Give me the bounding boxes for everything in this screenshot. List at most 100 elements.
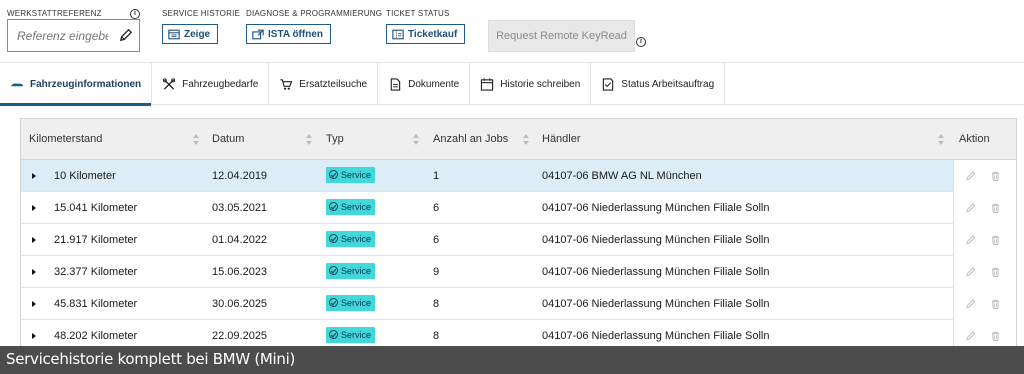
tab-fahrzeugbedarfe[interactable]: Fahrzeugbedarfe <box>152 63 270 105</box>
badge-label: Service <box>341 298 372 308</box>
ista-open-button[interactable]: ISTA öffnen <box>246 24 331 44</box>
delete-icon[interactable] <box>990 266 1001 278</box>
external-link-icon <box>252 29 264 39</box>
ticket-status-group: TICKET STATUS <box>386 9 450 18</box>
cell-kilometerstand: 21.917 Kilometer <box>54 234 138 246</box>
edit-icon[interactable] <box>965 330 976 342</box>
checklist-icon <box>603 77 614 91</box>
badge-label: Service <box>341 330 372 340</box>
cell-datum: 30.06.2025 <box>212 298 268 310</box>
action-cell <box>953 256 1016 288</box>
cell-anzahl-jobs: 6 <box>433 202 440 214</box>
cell-anzahl-jobs: 9 <box>433 266 440 278</box>
cell-datum: 01.04.2022 <box>212 234 268 246</box>
tab-ersatzteilsuche[interactable]: Ersatzteilsuche <box>269 63 379 105</box>
tab-status-arbeitsauftrag[interactable]: Status Arbeitsauftrag <box>591 63 726 105</box>
reference-input-box <box>7 19 140 52</box>
tab-label: Fahrzeuginformationen <box>30 78 142 90</box>
table-row[interactable]: 45.831 Kilometer 30.06.2025 Service 8 04107-… <box>21 288 1016 320</box>
table-row[interactable]: 15.041 Kilometer 03.05.2021 Service 6 04107-… <box>21 192 1016 224</box>
delete-icon[interactable] <box>990 298 1001 310</box>
table-row[interactable]: 32.377 Kilometer 15.06.2023 Service 9 04107-… <box>21 256 1016 288</box>
column-header-kilometerstand[interactable]: Kilometerstand <box>29 119 102 160</box>
cell-anzahl-jobs: 6 <box>433 234 440 246</box>
sort-icon[interactable] <box>413 134 419 145</box>
column-header-anzahl-jobs[interactable]: Anzahl an Jobs <box>433 119 508 160</box>
werkstattreferenz-label: WERKSTATTREFERENZ <box>7 9 102 18</box>
expand-caret-icon[interactable] <box>32 173 36 179</box>
tab-label: Status Arbeitsauftrag <box>621 78 715 90</box>
cell-haendler: 04107-06 Niederlassung München Filiale S… <box>542 234 770 246</box>
cell-anzahl-jobs: 1 <box>433 170 440 182</box>
edit-icon[interactable] <box>965 266 976 278</box>
zeige-button[interactable]: Zeige <box>162 24 219 44</box>
badge-label: Service <box>341 170 372 180</box>
status-badge: Service <box>326 231 376 247</box>
status-badge: Service <box>326 167 376 183</box>
cell-haendler: 04107-06 BMW AG NL München <box>542 170 702 182</box>
action-cell <box>953 224 1016 256</box>
table-row[interactable]: 10 Kilometer 12.04.2019 Service 1 04107-06 B… <box>21 160 1016 192</box>
history-icon <box>168 29 180 39</box>
action-cell <box>953 288 1016 320</box>
table-row[interactable]: 21.917 Kilometer 01.04.2022 Service 6 04107-… <box>21 224 1016 256</box>
ista-open-label: ISTA öffnen <box>268 28 323 40</box>
calendar-icon <box>481 77 494 91</box>
tab-bar: Fahrzeuginformationen Fahrzeugbedarfe Er… <box>0 62 1024 106</box>
tab-dokumente[interactable]: Dokumente <box>378 63 471 105</box>
edit-icon[interactable] <box>965 170 976 182</box>
expand-caret-icon[interactable] <box>32 237 36 243</box>
badge-label: Service <box>341 266 372 276</box>
info-icon[interactable]: i <box>636 37 646 47</box>
column-header-datum[interactable]: Datum <box>212 119 244 160</box>
delete-icon[interactable] <box>990 330 1001 342</box>
column-header-typ[interactable]: Typ <box>326 119 344 160</box>
ticket-status-label: TICKET STATUS <box>386 9 450 18</box>
tab-label: Ersatzteilsuche <box>299 78 368 90</box>
request-remote-keyread-button[interactable]: Request Remote KeyRead <box>488 20 635 52</box>
delete-icon[interactable] <box>990 170 1001 182</box>
cell-datum: 15.06.2023 <box>212 266 268 278</box>
sort-icon[interactable] <box>193 134 199 145</box>
service-historie-group: SERVICE HISTORIE <box>162 9 240 18</box>
tab-historie-schreiben[interactable]: Historie schreiben <box>470 63 592 105</box>
sort-icon[interactable] <box>938 134 944 145</box>
expand-caret-icon[interactable] <box>32 205 36 211</box>
status-badge: Service <box>326 295 376 311</box>
sort-icon[interactable] <box>306 134 312 145</box>
car-icon <box>10 82 24 86</box>
cart-icon <box>280 78 293 90</box>
delete-icon[interactable] <box>990 202 1001 214</box>
cell-kilometerstand: 45.831 Kilometer <box>54 298 138 310</box>
delete-icon[interactable] <box>990 234 1001 246</box>
table-header: Kilometerstand Datum Typ Anzahl an Jobs … <box>21 119 1016 160</box>
expand-caret-icon[interactable] <box>32 301 36 307</box>
check-circle-icon <box>329 202 338 211</box>
cell-haendler: 04107-06 Niederlassung München Filiale S… <box>542 266 770 278</box>
action-cell <box>953 192 1016 224</box>
edit-icon[interactable] <box>965 298 976 310</box>
edit-icon[interactable] <box>965 202 976 214</box>
cell-datum: 03.05.2021 <box>212 202 268 214</box>
column-header-haendler[interactable]: Händler <box>542 119 581 160</box>
service-history-table: Kilometerstand Datum Typ Anzahl an Jobs … <box>20 118 1017 358</box>
service-historie-label: SERVICE HISTORIE <box>162 9 241 18</box>
tab-label: Fahrzeugbedarfe <box>182 78 259 90</box>
expand-caret-icon[interactable] <box>32 333 36 339</box>
pencil-icon[interactable] <box>119 28 133 42</box>
cell-haendler: 04107-06 Niederlassung München Filiale S… <box>542 202 770 214</box>
reference-input[interactable] <box>8 20 108 51</box>
cell-kilometerstand: 15.041 Kilometer <box>54 202 138 214</box>
badge-label: Service <box>341 202 372 212</box>
expand-caret-icon[interactable] <box>32 269 36 275</box>
check-circle-icon <box>329 330 338 339</box>
ticketkauf-button[interactable]: Ticketkauf <box>386 24 466 44</box>
sort-icon[interactable] <box>523 134 529 145</box>
diagnose-label: DIAGNOSE & PROGRAMMIERUNG <box>246 9 383 18</box>
tab-fahrzeuginformationen[interactable]: Fahrzeuginformationen <box>0 63 153 106</box>
document-icon <box>390 77 401 91</box>
tab-label: Dokumente <box>408 78 460 90</box>
edit-icon[interactable] <box>965 234 976 246</box>
ticket-icon <box>392 29 404 39</box>
info-icon[interactable]: i <box>130 9 140 19</box>
